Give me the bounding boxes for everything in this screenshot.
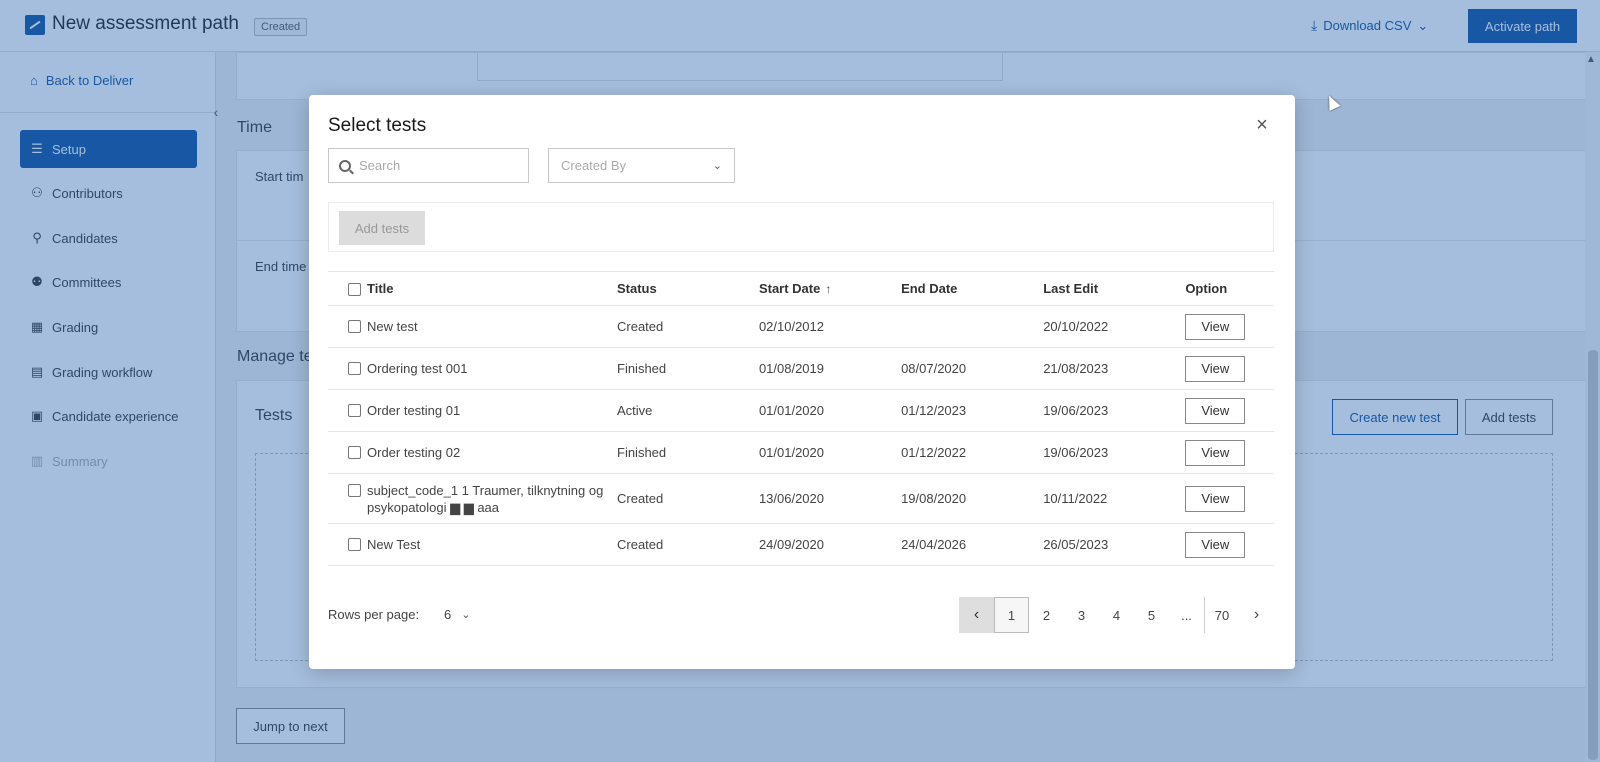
table-row: subject_code_1 1 Traumer, tilknytning og… [328, 473, 1274, 524]
table-row: Ordering test 001 Finished 01/08/2019 08… [328, 347, 1274, 390]
created-by-placeholder: Created By [561, 158, 627, 173]
row-title: Order testing 01 [367, 403, 461, 418]
modal-title: Select tests [328, 115, 427, 136]
column-option: Option [1185, 271, 1274, 306]
row-title: New Test [367, 537, 421, 552]
row-start-date: 01/01/2020 [758, 431, 902, 474]
row-title: subject_code_1 1 Traumer, tilknytning og… [367, 482, 604, 515]
view-button[interactable]: View [1185, 355, 1246, 382]
column-start-date[interactable]: Start Date ↑ [758, 271, 902, 306]
rows-per-page-label: Rows per page: [328, 607, 420, 622]
column-status: Status [617, 271, 759, 306]
page-button-4[interactable]: 4 [1099, 597, 1134, 633]
view-button[interactable]: View [1185, 531, 1246, 558]
row-start-date: 24/09/2020 [758, 523, 902, 566]
select-all-checkbox[interactable] [348, 283, 361, 297]
row-last-edit: 10/11/2022 [1043, 473, 1186, 524]
row-end-date [901, 305, 1044, 348]
rows-per-page-select[interactable]: 6 ⌄ [444, 607, 470, 622]
row-status: Finished [617, 431, 759, 474]
view-button[interactable]: View [1185, 397, 1246, 424]
chevron-down-icon: ⌄ [461, 609, 471, 621]
row-end-date: 08/07/2020 [901, 347, 1044, 390]
row-checkbox[interactable] [348, 446, 361, 459]
page-button-1[interactable]: 1 [994, 597, 1029, 633]
table-row: Order testing 01 Active 01/01/2020 01/12… [328, 389, 1274, 432]
close-icon[interactable]: × [1252, 115, 1272, 135]
row-status: Created [617, 305, 759, 348]
row-checkbox[interactable] [348, 362, 361, 375]
table-row: Order testing 02 Finished 01/01/2020 01/… [328, 431, 1274, 474]
row-status: Created [617, 473, 759, 524]
row-last-edit: 26/05/2023 [1043, 523, 1186, 566]
page-button-70[interactable]: 70 [1204, 597, 1239, 633]
row-start-date: 01/08/2019 [758, 347, 902, 390]
row-start-date: 02/10/2012 [758, 305, 902, 348]
row-end-date: 24/04/2026 [901, 523, 1044, 566]
row-end-date: 01/12/2022 [901, 431, 1044, 474]
rows-per-page-value: 6 [444, 607, 452, 622]
row-last-edit: 19/06/2023 [1043, 389, 1186, 432]
table-row: New Test Created 24/09/2020 24/04/2026 2… [328, 523, 1274, 566]
row-title: New test [367, 319, 418, 334]
page-button-2[interactable]: 2 [1029, 597, 1064, 633]
row-end-date: 01/12/2023 [901, 389, 1044, 432]
search-field[interactable] [328, 148, 529, 183]
row-checkbox[interactable] [348, 320, 361, 333]
search-input[interactable] [359, 158, 519, 173]
row-checkbox[interactable] [348, 483, 361, 497]
row-status: Active [617, 389, 759, 432]
row-start-date: 01/01/2020 [758, 389, 902, 432]
column-start-date-label: Start Date [758, 281, 821, 296]
row-title: Order testing 02 [367, 445, 461, 460]
row-checkbox[interactable] [348, 538, 361, 551]
bulk-action-bar: Add tests [328, 202, 1274, 252]
column-title-label: Title [367, 280, 394, 296]
sort-ascending-icon: ↑ [825, 282, 832, 296]
chevron-down-icon: ⌄ [712, 160, 722, 172]
view-button[interactable]: View [1185, 439, 1246, 466]
table-row: New test Created 02/10/2012 20/10/2022 V… [328, 305, 1274, 348]
row-title: Ordering test 001 [367, 361, 468, 376]
column-end-date: End Date [901, 271, 1044, 306]
page-ellipsis: ... [1181, 607, 1192, 623]
add-tests-button[interactable]: Add tests [339, 211, 425, 245]
created-by-select[interactable]: Created By ⌄ [548, 148, 735, 183]
row-last-edit: 20/10/2022 [1043, 305, 1186, 348]
view-button[interactable]: View [1185, 313, 1246, 340]
select-tests-modal: Select tests × Created By ⌄ Add tests Ti… [309, 95, 1295, 669]
column-title: Title [328, 271, 617, 306]
next-page-icon[interactable]: › [1239, 597, 1274, 633]
previous-page-icon[interactable]: ‹ [959, 597, 994, 633]
row-status: Finished [617, 347, 759, 390]
column-last-edit: Last Edit [1043, 271, 1186, 306]
row-status: Created [617, 523, 759, 566]
row-last-edit: 19/06/2023 [1043, 431, 1186, 474]
page-button-3[interactable]: 3 [1064, 597, 1099, 633]
row-start-date: 13/06/2020 [758, 473, 902, 524]
view-button[interactable]: View [1185, 485, 1246, 512]
page-button-5[interactable]: 5 [1134, 597, 1169, 633]
row-checkbox[interactable] [348, 404, 361, 417]
table-header-row: Title Status Start Date ↑ End Date Last E… [328, 271, 1274, 306]
row-end-date: 19/08/2020 [901, 473, 1044, 524]
row-last-edit: 21/08/2023 [1043, 347, 1186, 390]
search-icon [339, 159, 351, 172]
pagination: ‹ 1 2 3 4 5 ... 70 › [959, 597, 1274, 633]
tests-table: Title Status Start Date ↑ End Date Last E… [328, 271, 1274, 566]
